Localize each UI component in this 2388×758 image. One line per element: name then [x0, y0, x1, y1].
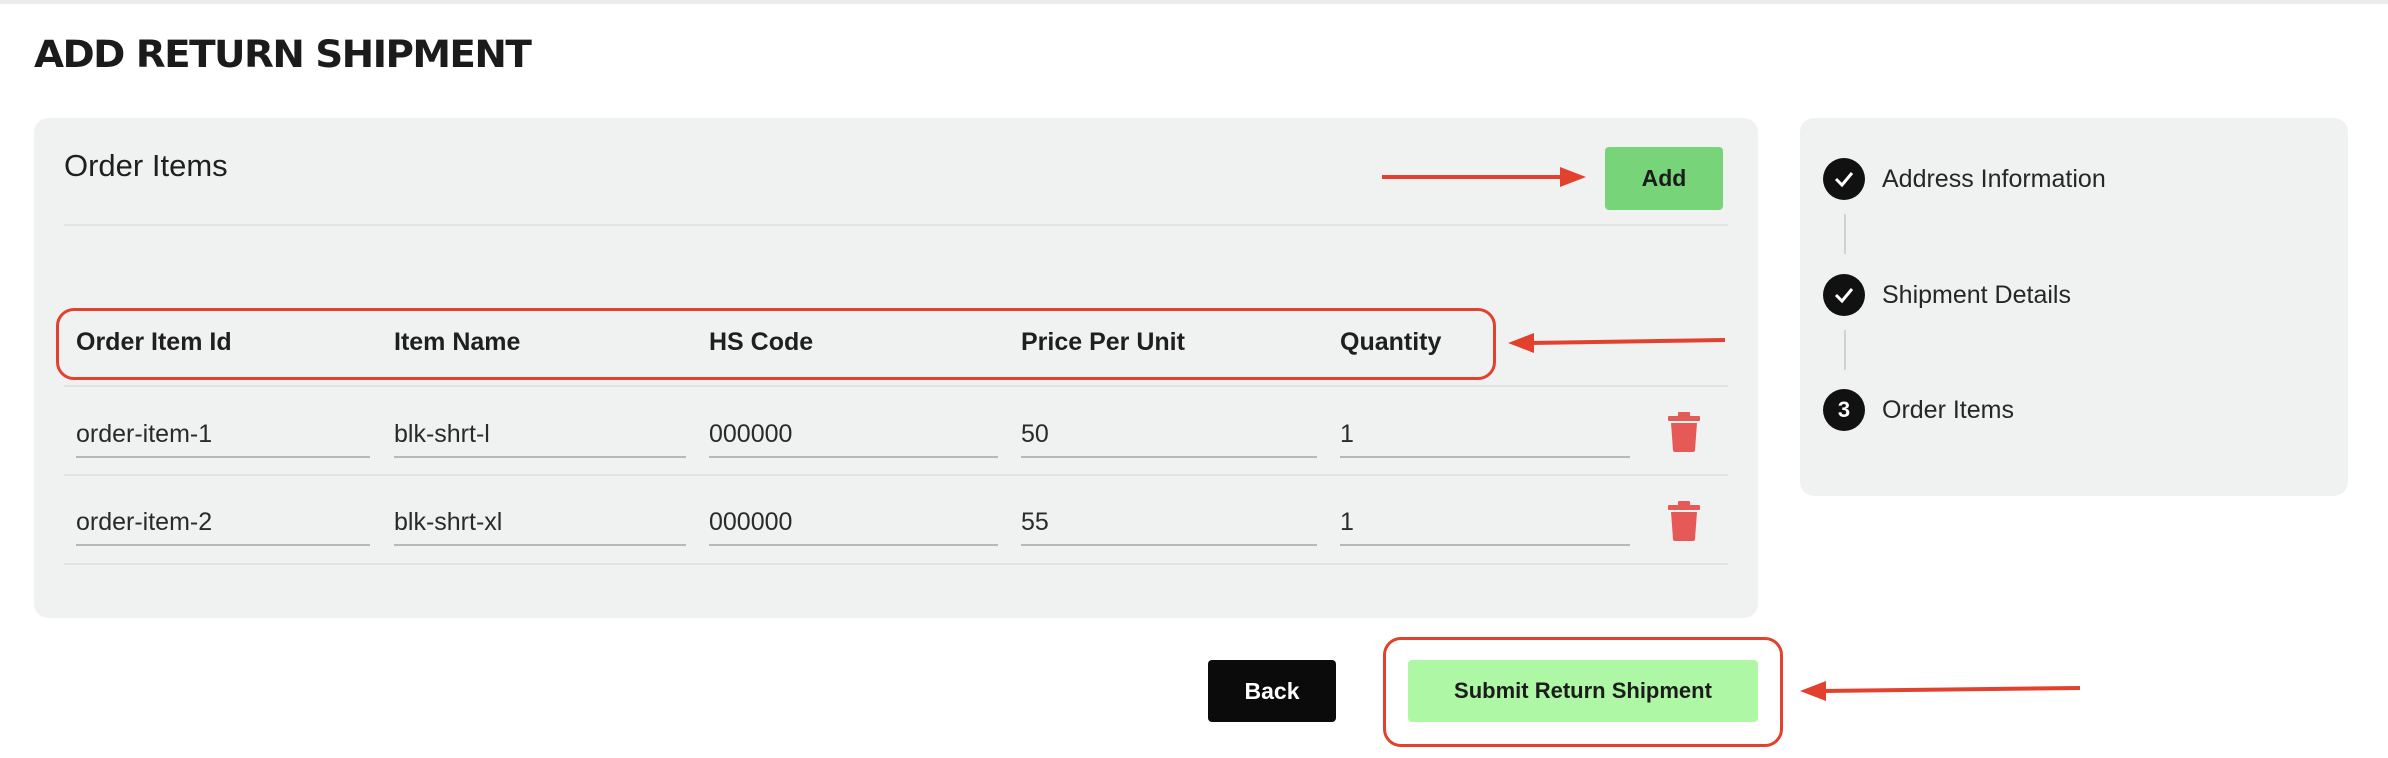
arrow-icon	[1508, 333, 1726, 353]
arrow-icon	[1800, 681, 2081, 701]
arrow-icon	[1382, 167, 1586, 187]
annotation-arrows	[1382, 167, 2081, 701]
